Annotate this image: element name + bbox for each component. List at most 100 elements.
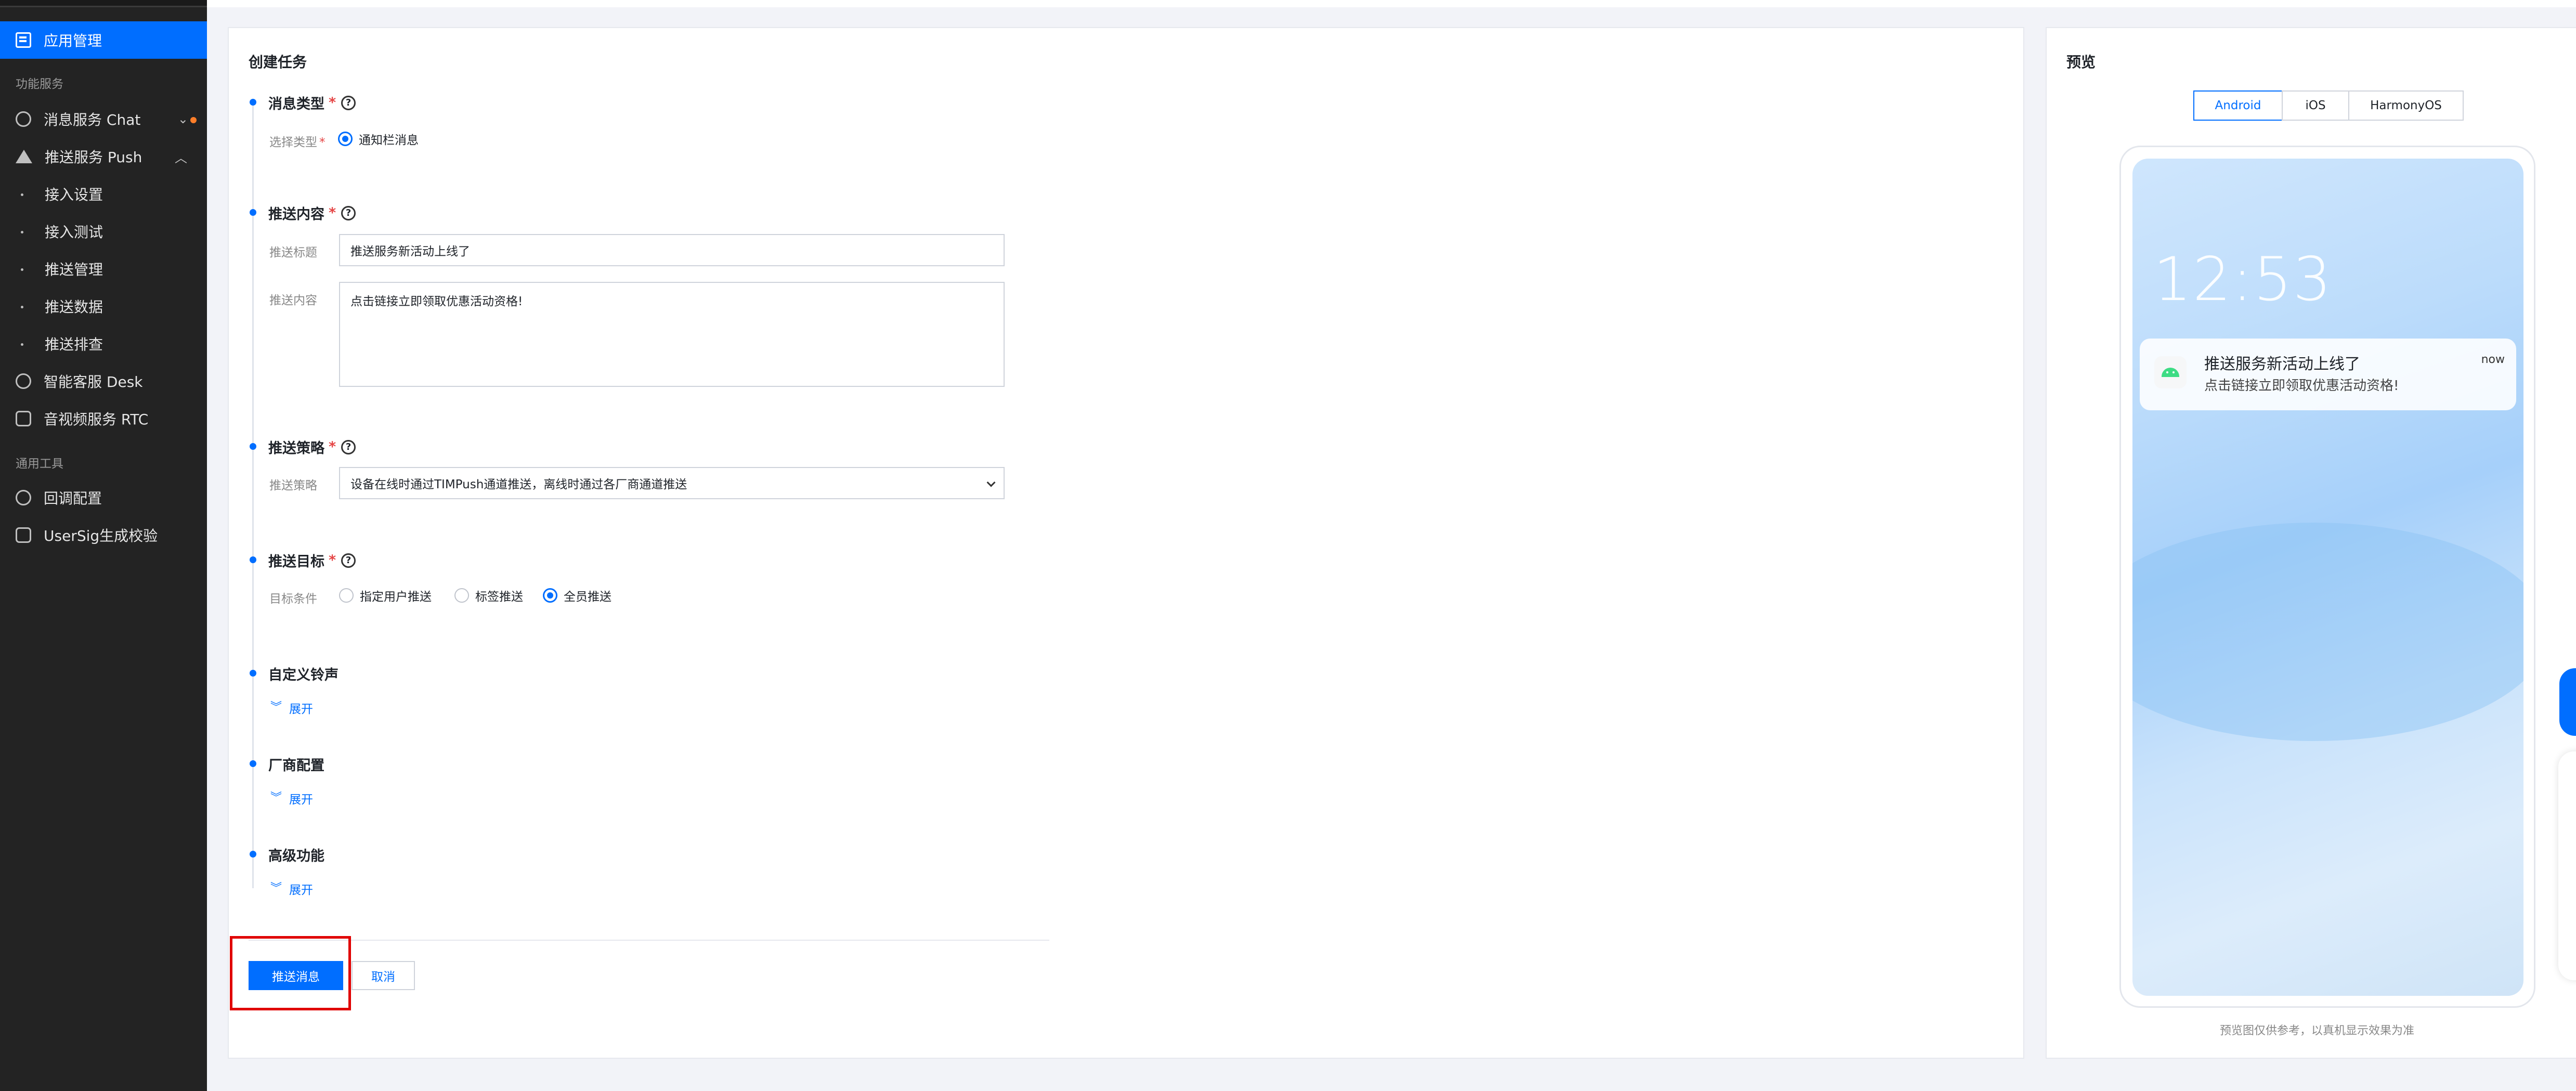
floating-toolbar[interactable] bbox=[2558, 751, 2576, 980]
required-mark: * bbox=[329, 95, 336, 111]
create-task-card: 创建任务 消息类型 * ? 选择类型 * 通知栏消息 推送内容 * ? 推送标题 … bbox=[228, 27, 2024, 1059]
sidebar-item-desk[interactable]: 智能客服 Desk bbox=[0, 363, 207, 399]
section-title: 消息类型 bbox=[268, 96, 324, 112]
top-strip bbox=[207, 0, 2576, 7]
section-title: 厂商配置 bbox=[268, 758, 324, 774]
radio-checked-icon bbox=[338, 132, 353, 146]
sidebar-subitem-push-management[interactable]: 推送管理 bbox=[0, 251, 207, 287]
section-message-type: 消息类型 * ? bbox=[268, 93, 356, 113]
radio-label: 通知栏消息 bbox=[359, 134, 419, 147]
lock-screen-clock: 12:53 bbox=[2153, 244, 2333, 315]
timeline-dot bbox=[250, 443, 256, 450]
sidebar-item-callback[interactable]: 回调配置 bbox=[0, 479, 207, 516]
required-mark: * bbox=[329, 552, 336, 568]
preview-card: 预览 Android iOS HarmonyOS 12:53 推送服务新活动上线… bbox=[2046, 27, 2576, 1059]
sidebar-subitem-push-troubleshoot[interactable]: 推送排查 bbox=[0, 326, 207, 362]
field-label-push-content: 推送内容 bbox=[269, 294, 317, 307]
android-icon bbox=[2162, 368, 2179, 377]
notification-body: 点击链接立即领取优惠活动资格! bbox=[2204, 378, 2399, 394]
select-value: 设备在线时通过TIMPush通道推送，离线时通过各厂商通道推送 bbox=[350, 478, 687, 491]
required-mark: * bbox=[319, 136, 326, 149]
timeline-dot bbox=[250, 760, 256, 767]
section-title: 高级功能 bbox=[268, 848, 324, 864]
expand-label: 展开 bbox=[289, 884, 314, 897]
section-push-target: 推送目标 * ? bbox=[268, 550, 356, 570]
sidebar-item-push[interactable]: 推送服务 Push ︿ bbox=[0, 138, 207, 175]
sidebar-item-usersig[interactable]: UserSig生成校验 bbox=[0, 517, 207, 553]
chat-icon bbox=[16, 111, 31, 127]
phone-lock-screen: 12:53 推送服务新活动上线了 点击链接立即领取优惠活动资格! now bbox=[2132, 159, 2523, 996]
sidebar: 应用管理 功能服务 消息服务 Chat ⌄ 推送服务 Push ︿ 接入设置 接… bbox=[0, 0, 207, 1091]
timeline-dot bbox=[250, 99, 256, 106]
sidebar-item-label: 智能客服 Desk bbox=[44, 373, 143, 391]
preview-footnote: 预览图仅供参考，以真机显示效果为准 bbox=[2219, 1024, 2414, 1037]
send-icon bbox=[16, 150, 32, 163]
sidebar-item-label: UserSig生成校验 bbox=[44, 527, 158, 544]
section-advanced: 高级功能 bbox=[268, 845, 324, 865]
tab-harmonyos[interactable]: HarmonyOS bbox=[2348, 90, 2464, 121]
highlight-box bbox=[230, 936, 351, 1010]
required-mark: * bbox=[329, 439, 336, 455]
double-chevron-down-icon: ︾ bbox=[270, 882, 282, 895]
section-custom-ringtone: 自定义铃声 bbox=[268, 664, 339, 684]
radio-notification-message[interactable]: 通知栏消息 bbox=[338, 130, 419, 148]
input-value: 推送服务新活动上线了 bbox=[350, 245, 470, 258]
push-strategy-select[interactable]: 设备在线时通过TIMPush通道推送，离线时通过各厂商通道推送 bbox=[339, 467, 1005, 499]
radio-label: 标签推送 bbox=[475, 590, 523, 604]
expand-vendor-link[interactable]: ︾ 展开 bbox=[270, 789, 313, 807]
radio-checked-icon bbox=[543, 588, 557, 603]
radio-tag-push[interactable]: 标签推送 bbox=[454, 587, 523, 604]
sidebar-item-label: 接入测试 bbox=[45, 224, 103, 241]
sidebar-subitem-access-settings[interactable]: 接入设置 bbox=[0, 176, 207, 212]
textarea-value: 点击链接立即领取优惠活动资格! bbox=[350, 295, 523, 308]
sidebar-section-tools: 通用工具 bbox=[16, 457, 63, 471]
timeline-dot bbox=[250, 209, 256, 216]
sidebar-item-label: 推送服务 Push bbox=[45, 149, 142, 166]
help-icon[interactable]: ? bbox=[341, 95, 356, 110]
section-push-strategy: 推送策略 * ? bbox=[268, 437, 356, 457]
double-chevron-down-icon: ︾ bbox=[270, 791, 282, 804]
sidebar-item-label: 应用管理 bbox=[44, 32, 102, 49]
required-mark: * bbox=[329, 205, 336, 221]
push-content-textarea[interactable]: 点击链接立即领取优惠活动资格! bbox=[339, 282, 1005, 387]
gear-icon bbox=[16, 490, 31, 505]
expand-ringtone-link[interactable]: ︾ 展开 bbox=[270, 699, 313, 717]
sidebar-item-rtc[interactable]: 音视频服务 RTC bbox=[0, 400, 207, 437]
section-push-content: 推送内容 * ? bbox=[268, 203, 356, 223]
push-title-input[interactable]: 推送服务新活动上线了 bbox=[339, 234, 1005, 266]
chevron-down-icon: ⌄ bbox=[177, 112, 188, 126]
section-title: 自定义铃声 bbox=[268, 667, 339, 683]
tab-android[interactable]: Android bbox=[2193, 90, 2283, 121]
help-icon[interactable]: ? bbox=[341, 205, 356, 220]
notification-title: 推送服务新活动上线了 bbox=[2204, 355, 2360, 373]
sidebar-subitem-push-data[interactable]: 推送数据 bbox=[0, 288, 207, 324]
headset-icon bbox=[16, 373, 31, 389]
sidebar-item-chat[interactable]: 消息服务 Chat ⌄ bbox=[0, 101, 207, 137]
field-label-push-strategy: 推送策略 bbox=[269, 479, 317, 492]
section-title: 推送目标 bbox=[268, 554, 324, 570]
help-icon[interactable]: ? bbox=[341, 553, 356, 568]
sidebar-item-app-management[interactable]: 应用管理 bbox=[0, 21, 207, 59]
phone-frame: 12:53 推送服务新活动上线了 点击链接立即领取优惠活动资格! now bbox=[2119, 146, 2535, 1008]
label-text: 选择类型 bbox=[269, 136, 317, 149]
radio-specified-users[interactable]: 指定用户推送 bbox=[339, 587, 432, 604]
expand-advanced-link[interactable]: ︾ 展开 bbox=[270, 880, 313, 898]
section-vendor-config: 厂商配置 bbox=[268, 754, 324, 774]
sidebar-subitem-access-test[interactable]: 接入测试 bbox=[0, 213, 207, 250]
notification-time: now bbox=[2481, 353, 2505, 366]
expand-label: 展开 bbox=[289, 703, 314, 716]
preview-title: 预览 bbox=[2066, 54, 2096, 71]
floating-help-button[interactable] bbox=[2559, 668, 2576, 736]
field-label-target-condition: 目标条件 bbox=[269, 592, 317, 606]
sidebar-section-features: 功能服务 bbox=[16, 77, 63, 91]
section-title: 推送内容 bbox=[268, 206, 324, 223]
field-label-push-title: 推送标题 bbox=[269, 246, 317, 259]
sidebar-item-label: 接入设置 bbox=[45, 186, 103, 203]
tab-ios[interactable]: iOS bbox=[2282, 90, 2349, 121]
radio-all-users[interactable]: 全员推送 bbox=[543, 587, 612, 604]
radio-label: 指定用户推送 bbox=[360, 590, 432, 604]
timeline-dot bbox=[250, 556, 256, 563]
help-icon[interactable]: ? bbox=[341, 439, 356, 454]
notification-card: 推送服务新活动上线了 点击链接立即领取优惠活动资格! now bbox=[2140, 339, 2516, 410]
cancel-button[interactable]: 取消 bbox=[352, 961, 415, 990]
